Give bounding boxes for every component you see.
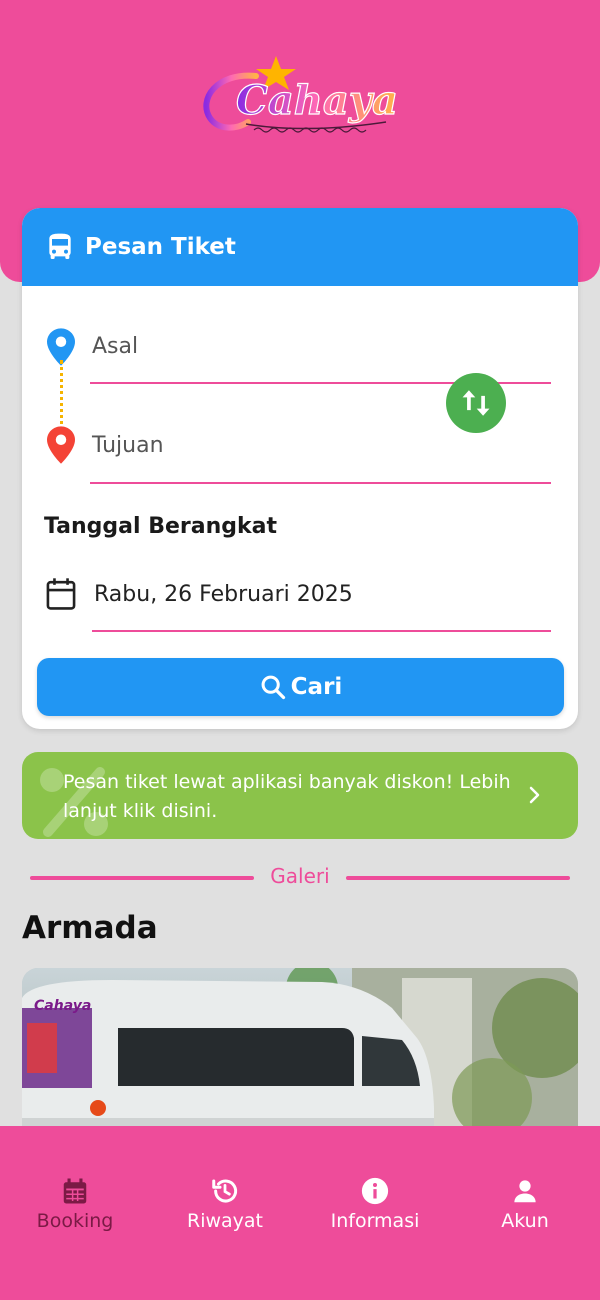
cahaya-logo: Cahaya xyxy=(196,52,406,144)
galeri-divider-left xyxy=(30,876,254,880)
history-icon xyxy=(212,1179,238,1203)
nav-akun-label: Akun xyxy=(501,1210,549,1232)
route-dotted-line xyxy=(60,360,63,432)
nav-informasi[interactable]: Informasi xyxy=(300,1176,450,1232)
destination-pin-icon xyxy=(47,426,75,464)
destination-field[interactable]: Tujuan xyxy=(90,433,551,484)
nav-informasi-label: Informasi xyxy=(330,1210,420,1232)
swap-vertical-icon xyxy=(462,390,490,416)
date-field[interactable]: Rabu, 26 Februari 2025 xyxy=(92,582,551,632)
booking-card: Pesan Tiket Asal Tujuan Tanggal Berangka… xyxy=(22,208,578,729)
date-label: Tanggal Berangkat xyxy=(44,514,278,539)
nav-akun[interactable]: Akun xyxy=(450,1176,600,1232)
nav-booking-label: Booking xyxy=(36,1210,114,1232)
info-icon xyxy=(361,1177,389,1205)
search-icon xyxy=(261,675,285,700)
nav-riwayat[interactable]: Riwayat xyxy=(150,1176,300,1232)
calendar-icon xyxy=(46,578,76,610)
origin-placeholder: Asal xyxy=(92,334,139,359)
calendar-icon xyxy=(63,1178,87,1204)
date-value: Rabu, 26 Februari 2025 xyxy=(94,582,353,607)
galeri-divider-right xyxy=(346,876,570,880)
chevron-right-icon xyxy=(529,786,540,804)
svg-text:Cahaya: Cahaya xyxy=(236,77,398,124)
search-button-label: Cari xyxy=(290,674,343,700)
bottom-navigation: Booking Riwayat Informasi Akun xyxy=(0,1126,600,1300)
svg-text:Cahaya: Cahaya xyxy=(34,998,91,1014)
galeri-label: Galeri xyxy=(270,864,330,888)
armada-title: Armada xyxy=(22,910,158,946)
booking-card-title: Pesan Tiket xyxy=(85,234,236,260)
person-icon xyxy=(514,1180,536,1203)
promo-banner[interactable]: Pesan tiket lewat aplikasi banyak diskon… xyxy=(22,752,578,839)
nav-riwayat-label: Riwayat xyxy=(187,1210,263,1232)
swap-route-button[interactable] xyxy=(446,373,506,433)
bus-icon xyxy=(49,233,71,259)
search-button[interactable]: Cari xyxy=(37,658,564,716)
nav-booking[interactable]: Booking xyxy=(0,1176,150,1232)
promo-text: Pesan tiket lewat aplikasi banyak diskon… xyxy=(63,771,511,822)
booking-card-header: Pesan Tiket xyxy=(22,208,578,286)
destination-placeholder: Tujuan xyxy=(92,433,164,458)
